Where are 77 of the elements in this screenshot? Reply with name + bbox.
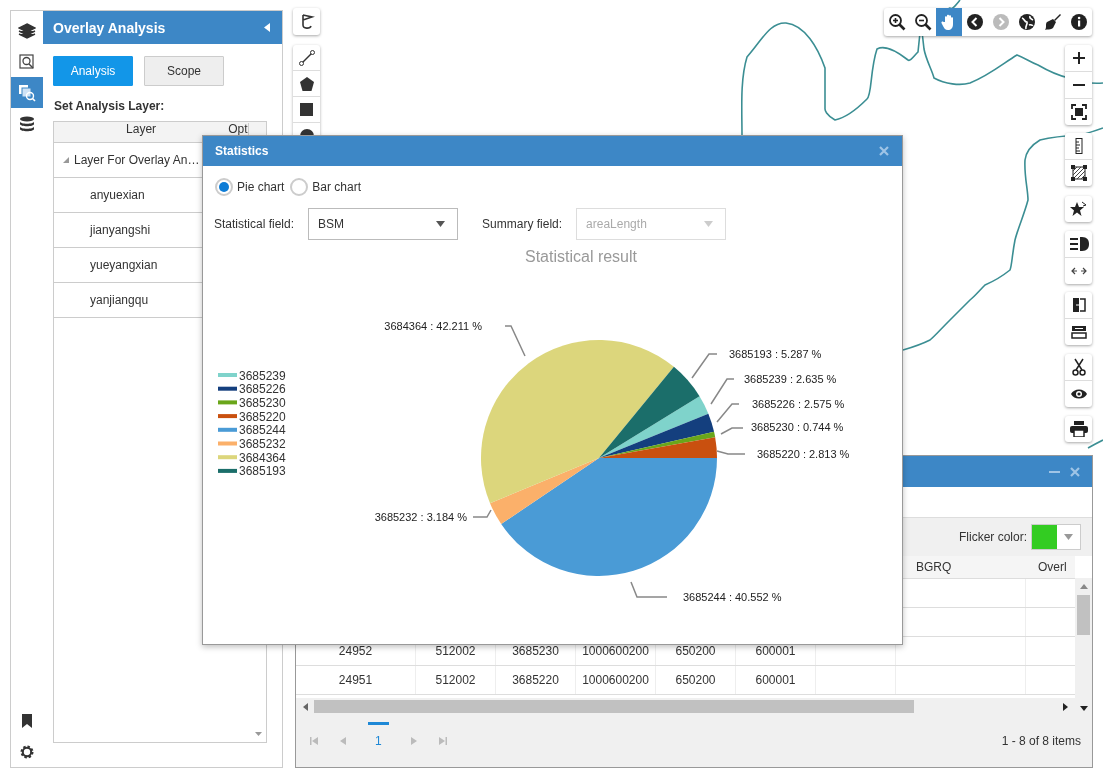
scroll-thumb[interactable] — [314, 700, 914, 713]
data-label: 3685193 : 5.287 % — [729, 348, 822, 360]
data-label: 3685232 : 3.184 % — [374, 511, 467, 523]
flag-icon[interactable] — [293, 8, 320, 35]
expand-icon[interactable] — [63, 157, 69, 163]
legend-swatch — [218, 414, 237, 419]
data-label: 3685226 : 2.575 % — [752, 398, 845, 410]
legend-label: 3685244 — [239, 423, 286, 438]
leader-line — [504, 325, 526, 357]
leader-line — [716, 403, 740, 423]
dropdown-field[interactable]: BSM — [308, 208, 459, 240]
tree-item[interactable]: jianyangshi — [54, 223, 151, 237]
field-label: Summary field: — [482, 217, 563, 231]
scroll-down-icon[interactable] — [1079, 706, 1088, 711]
pager-summary: 1 - 8 of 8 items — [1001, 734, 1081, 748]
horizontal-scrollbar[interactable] — [296, 698, 1076, 715]
legend-swatch — [218, 427, 237, 432]
data-label: 3685230 : 0.744 % — [751, 421, 844, 433]
field-label: Statistical field: — [214, 217, 295, 231]
leader-line — [630, 581, 668, 598]
leader-line — [720, 427, 744, 435]
legend-swatch — [218, 386, 237, 391]
leader-line — [716, 450, 746, 455]
tree-item[interactable]: yanjiangqu — [54, 293, 149, 307]
legend-swatch — [218, 441, 237, 446]
table-cell: 650200 — [656, 666, 736, 694]
collapse-icon[interactable] — [264, 23, 270, 32]
radio-circle[interactable] — [215, 178, 233, 196]
table-cell: 600001 — [736, 666, 816, 694]
legend-label: 3685230 — [239, 395, 286, 410]
table-cell: 1000600200 — [576, 666, 656, 694]
tree-item[interactable]: yueyangxian — [54, 258, 158, 272]
tree-item[interactable]: Layer For Overlay An… — [54, 153, 200, 167]
legend-label: 3684364 — [239, 450, 286, 465]
radio-circle[interactable] — [290, 178, 309, 196]
search-icon[interactable] — [11, 77, 43, 108]
table-cell: 512002 — [416, 666, 496, 694]
hand-icon[interactable] — [936, 8, 962, 36]
legend-swatch — [218, 468, 237, 473]
data-label: 3685220 : 2.813 % — [757, 448, 850, 460]
radio-button[interactable]: Pie chart — [215, 178, 285, 196]
dropdown-icon — [1064, 534, 1073, 540]
leader-line — [472, 509, 492, 518]
legend-label: 3685226 — [239, 382, 286, 397]
section-label: Set Analysis Layer: — [53, 98, 166, 115]
legend-label: 3685220 — [239, 409, 286, 424]
data-label: 3684364 : 42.211 % — [384, 320, 482, 332]
dialog-title: Statistics — [215, 144, 269, 158]
leader-line — [710, 378, 735, 405]
scroll-thumb[interactable] — [1077, 595, 1090, 635]
flicker-color-label: Flicker color: — [959, 530, 1027, 544]
table-cell: 3685220 — [496, 666, 576, 694]
column-header: Layer — [125, 123, 158, 136]
leader-line — [691, 353, 718, 379]
scroll-right-icon[interactable] — [1063, 702, 1069, 711]
color-picker[interactable] — [1031, 524, 1081, 550]
scroll-up-icon[interactable] — [1079, 584, 1088, 589]
column-header[interactable]: Overl — [1026, 556, 1076, 578]
tab[interactable]: Scope — [144, 56, 224, 86]
panel-title: Overlay Analysis — [53, 19, 166, 36]
caret-icon — [436, 221, 446, 227]
table-cell: 24951 — [296, 666, 416, 694]
radio-button[interactable]: Bar chart — [290, 178, 362, 196]
data-label: 3685244 : 40.552 % — [683, 591, 782, 603]
legend-swatch — [218, 455, 237, 460]
data-label: 3685239 : 2.635 % — [744, 373, 837, 385]
legend-swatch — [218, 373, 237, 377]
legend-swatch — [218, 400, 237, 405]
vertical-scrollbar[interactable] — [1075, 578, 1092, 715]
legend-label: 3685232 — [239, 437, 286, 451]
column-header: Opt — [228, 123, 249, 136]
chart-title: Statistical result — [525, 248, 637, 265]
legend-label: 3685239 — [239, 368, 286, 383]
caret-icon — [704, 221, 714, 227]
tree-item[interactable]: anyuexian — [54, 188, 145, 202]
legend-label: 3685193 — [239, 464, 286, 479]
scroll-left-icon[interactable] — [303, 702, 308, 711]
